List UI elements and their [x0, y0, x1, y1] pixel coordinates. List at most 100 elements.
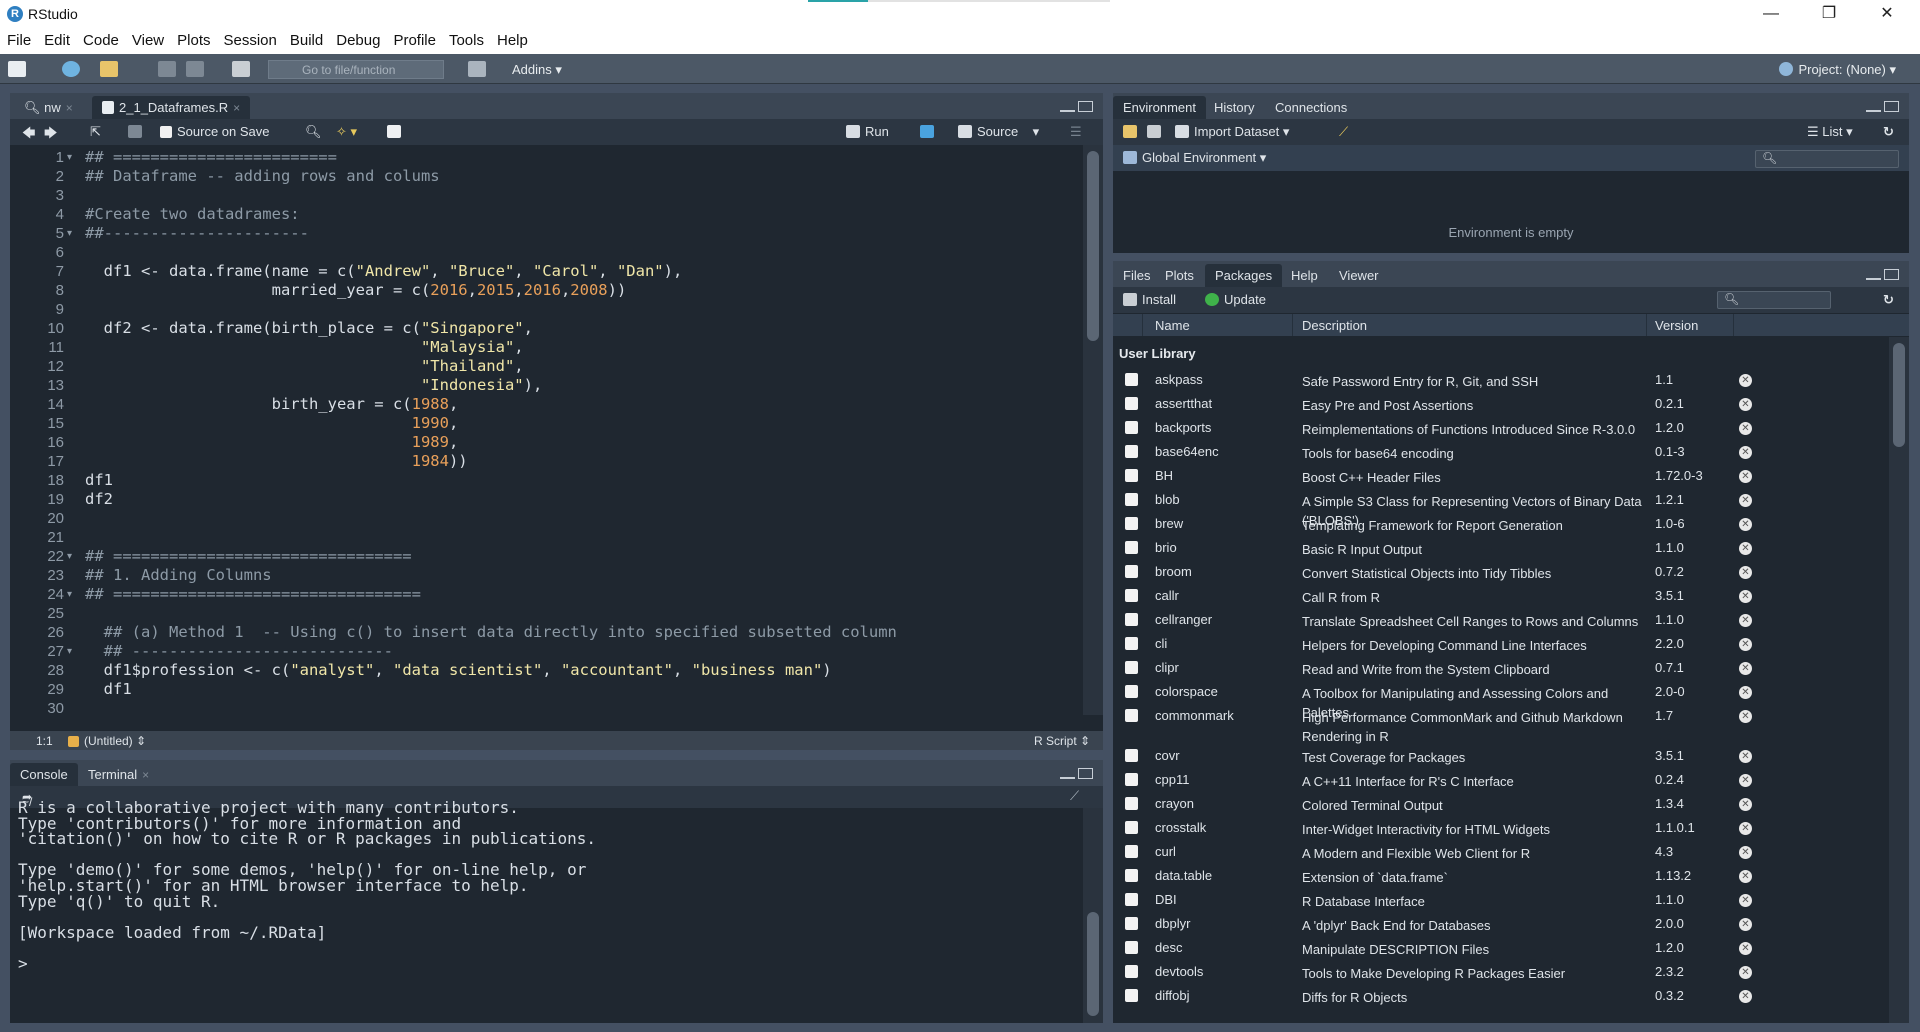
print-icon[interactable] — [232, 61, 250, 77]
menu-plots[interactable]: Plots — [170, 29, 216, 49]
forward-arrow-icon[interactable]: 🡆 — [44, 124, 57, 146]
tab-nw[interactable]: 🔍︎ nw × — [14, 96, 83, 119]
remove-package-icon[interactable]: ✕ — [1739, 398, 1752, 411]
new-file-icon[interactable] — [8, 61, 26, 77]
package-row[interactable]: crosstalk Inter-Widget Interactivity for … — [1113, 817, 1889, 841]
remove-package-icon[interactable]: ✕ — [1739, 422, 1752, 435]
code-line[interactable]: ## Dataframe -- adding rows and colums — [85, 167, 440, 186]
close-button[interactable]: ✕ — [1864, 2, 1910, 26]
package-checkbox[interactable] — [1125, 637, 1138, 650]
install-button[interactable]: Install — [1123, 292, 1176, 307]
menu-session[interactable]: Session — [217, 29, 283, 49]
file-type-selector[interactable]: R Script ⇕ — [1034, 734, 1090, 748]
remove-package-icon[interactable]: ✕ — [1739, 942, 1752, 955]
package-row[interactable]: crayon Colored Terminal Output 1.3.4 ✕ — [1113, 793, 1889, 817]
package-name[interactable]: clipr — [1155, 660, 1179, 675]
package-name[interactable]: diffobj — [1155, 988, 1189, 1003]
remove-package-icon[interactable]: ✕ — [1739, 966, 1752, 979]
column-name[interactable]: Name — [1155, 318, 1190, 333]
packages-scroll-thumb[interactable] — [1893, 343, 1905, 447]
package-name[interactable]: dbplyr — [1155, 916, 1190, 931]
load-workspace-icon[interactable] — [1123, 124, 1142, 139]
package-row[interactable]: data.table Extension of `data.frame` 1.13.… — [1113, 865, 1889, 889]
maximize-pane-icon[interactable] — [1078, 101, 1093, 112]
package-name[interactable]: colorspace — [1155, 684, 1218, 699]
package-row[interactable]: desc Manipulate DESCRIPTION Files 1.2.0 ✕ — [1113, 937, 1889, 961]
tab-viewer[interactable]: Viewer — [1329, 264, 1389, 287]
remove-package-icon[interactable]: ✕ — [1739, 870, 1752, 883]
package-name[interactable]: commonmark — [1155, 708, 1234, 723]
code-line[interactable]: ##---------------------- — [85, 224, 309, 243]
package-row[interactable]: covr Test Coverage for Packages 3.5.1 ✕ — [1113, 745, 1889, 769]
package-name[interactable]: devtools — [1155, 964, 1203, 979]
package-row[interactable]: dbplyr A 'dplyr' Back End for Databases 2.… — [1113, 913, 1889, 937]
editor-scrollbar[interactable] — [1083, 145, 1103, 715]
menu-debug[interactable]: Debug — [329, 29, 386, 49]
fold-arrow-icon[interactable]: ▾ — [67, 589, 72, 600]
remove-package-icon[interactable]: ✕ — [1739, 470, 1752, 483]
code-line[interactable]: ## (a) Method 1 -- Using c() to insert d… — [85, 623, 897, 642]
minimize-pane-icon[interactable] — [1866, 101, 1881, 112]
menu-code[interactable]: Code — [76, 29, 125, 49]
package-row[interactable]: broom Convert Statistical Objects into Ti… — [1113, 561, 1889, 585]
package-row[interactable]: BH Boost C++ Header Files 1.72.0-3 ✕ — [1113, 465, 1889, 489]
package-row[interactable]: backports Reimplementations of Functions … — [1113, 417, 1889, 441]
save-workspace-icon[interactable] — [1147, 124, 1166, 139]
package-checkbox[interactable] — [1125, 397, 1138, 410]
remove-package-icon[interactable]: ✕ — [1739, 798, 1752, 811]
tab-terminal[interactable]: Terminal × — [78, 763, 159, 786]
remove-package-icon[interactable]: ✕ — [1739, 494, 1752, 507]
close-tab-icon[interactable]: × — [233, 101, 240, 115]
code-line[interactable]: ## ================================ — [85, 547, 412, 566]
package-row[interactable]: cli Helpers for Developing Command Line I… — [1113, 633, 1889, 657]
remove-package-icon[interactable]: ✕ — [1739, 614, 1752, 627]
code-line[interactable]: married_year = c(2016,2015,2016,2008)) — [85, 281, 627, 300]
package-checkbox[interactable] — [1125, 565, 1138, 578]
open-file-icon[interactable] — [100, 61, 118, 77]
package-checkbox[interactable] — [1125, 845, 1138, 858]
save-icon[interactable] — [158, 61, 176, 77]
remove-package-icon[interactable]: ✕ — [1739, 750, 1752, 763]
packages-search-input[interactable]: 🔍︎ — [1717, 291, 1831, 309]
remove-package-icon[interactable]: ✕ — [1739, 566, 1752, 579]
console-output[interactable]: R is a collaborative project with many c… — [18, 800, 596, 972]
package-checkbox[interactable] — [1125, 989, 1138, 1002]
package-row[interactable]: devtools Tools to Make Developing R Packa… — [1113, 961, 1889, 985]
package-row[interactable]: brio Basic R Input Output 1.1.0 ✕ — [1113, 537, 1889, 561]
package-checkbox[interactable] — [1125, 541, 1138, 554]
remove-package-icon[interactable]: ✕ — [1739, 990, 1752, 1003]
refresh-icon[interactable]: ↻ — [1883, 124, 1894, 140]
minimize-pane-icon[interactable] — [1060, 101, 1075, 112]
package-checkbox[interactable] — [1125, 869, 1138, 882]
column-version[interactable]: Version — [1655, 318, 1698, 333]
package-checkbox[interactable] — [1125, 613, 1138, 626]
remove-package-icon[interactable]: ✕ — [1739, 590, 1752, 603]
compile-report-icon[interactable] — [387, 124, 406, 139]
code-line[interactable]: df1$profession <- c("analyst", "data sci… — [85, 661, 832, 680]
tab-help[interactable]: Help — [1281, 264, 1328, 287]
package-checkbox[interactable] — [1125, 709, 1138, 722]
packages-scrollbar[interactable] — [1889, 337, 1909, 1023]
package-checkbox[interactable] — [1125, 797, 1138, 810]
menu-edit[interactable]: Edit — [37, 29, 76, 49]
package-checkbox[interactable] — [1125, 965, 1138, 978]
code-line[interactable]: ## ================================= — [85, 585, 421, 604]
package-name[interactable]: askpass — [1155, 372, 1203, 387]
new-project-icon[interactable] — [62, 61, 80, 77]
fold-arrow-icon[interactable]: ▾ — [67, 646, 72, 657]
remove-package-icon[interactable]: ✕ — [1739, 638, 1752, 651]
package-checkbox[interactable] — [1125, 821, 1138, 834]
package-checkbox[interactable] — [1125, 445, 1138, 458]
remove-package-icon[interactable]: ✕ — [1739, 822, 1752, 835]
view-mode-list[interactable]: ☰ List ▾ — [1807, 124, 1853, 140]
run-button[interactable]: Run — [846, 124, 889, 139]
package-name[interactable]: base64enc — [1155, 444, 1219, 459]
menu-view[interactable]: View — [125, 29, 170, 49]
tab-2-1-dataframes[interactable]: 2_1_Dataframes.R × — [92, 96, 251, 119]
tab-connections[interactable]: Connections — [1265, 96, 1357, 119]
package-name[interactable]: data.table — [1155, 868, 1212, 883]
code-line[interactable]: df2 <- data.frame(birth_place = c("Singa… — [85, 319, 533, 338]
package-row[interactable]: base64enc Tools for base64 encoding 0.1-3 ✕ — [1113, 441, 1889, 465]
remove-package-icon[interactable]: ✕ — [1739, 686, 1752, 699]
package-checkbox[interactable] — [1125, 493, 1138, 506]
